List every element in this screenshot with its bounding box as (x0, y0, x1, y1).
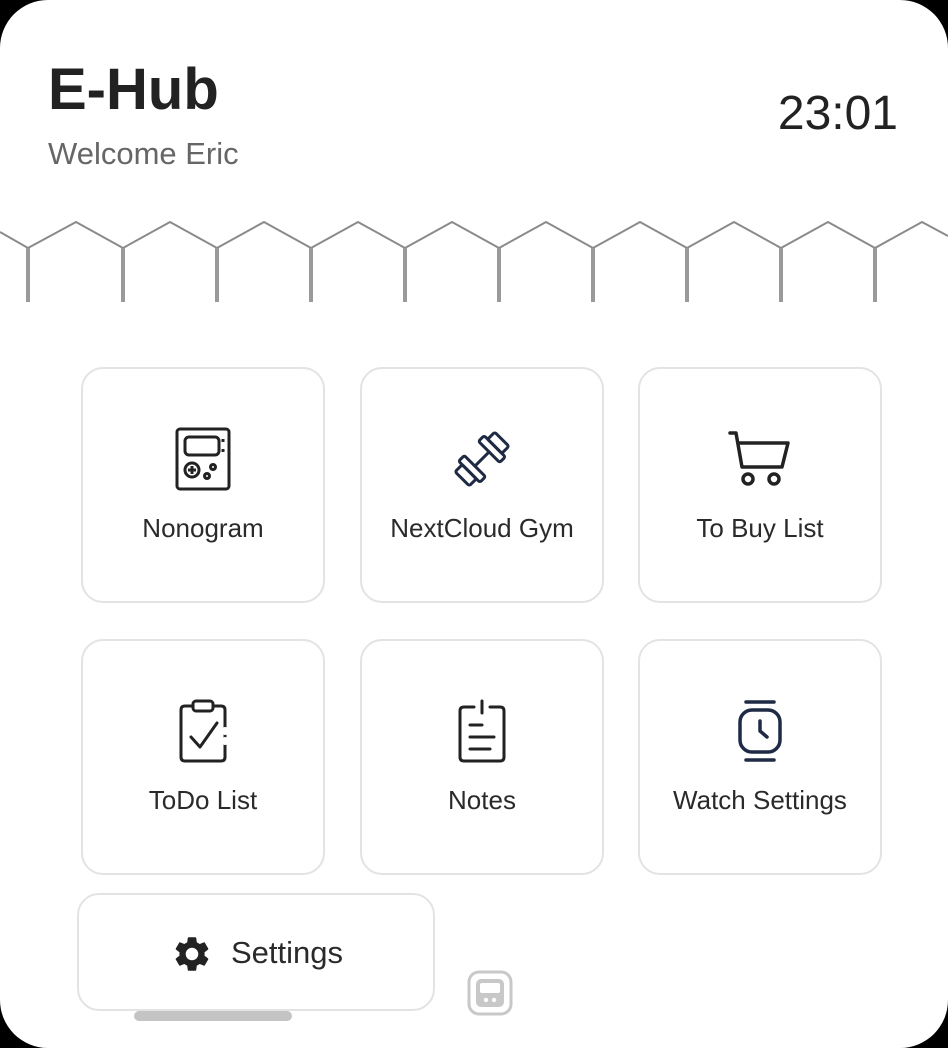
app-title: E-Hub (48, 57, 219, 122)
clipboard-check-icon (179, 699, 227, 763)
app-tile-watch-settings[interactable]: Watch Settings (638, 639, 882, 875)
screen: E-Hub Welcome Eric 23:01 Nonogram NextCl… (0, 0, 948, 1048)
clock: 23:01 (777, 87, 898, 140)
app-tile-label: Nonogram (142, 513, 264, 543)
shopping-cart-icon (728, 431, 790, 486)
app-tile-todo-list[interactable]: ToDo List (81, 639, 325, 875)
app-tile-nextcloud-gym[interactable]: NextCloud Gym (360, 367, 604, 603)
notes-icon (458, 699, 506, 763)
handheld-game-icon (175, 427, 231, 491)
settings-button[interactable]: Settings (77, 893, 435, 1011)
app-tile-to-buy-list[interactable]: To Buy List (638, 367, 882, 603)
app-tile-label: To Buy List (696, 513, 824, 543)
app-tile-label: Watch Settings (673, 785, 847, 815)
app-tile-notes[interactable]: Notes (360, 639, 604, 875)
scrollbar[interactable] (134, 1011, 292, 1021)
app-tile-label: ToDo List (148, 785, 258, 815)
settings-label: Settings (231, 935, 344, 970)
app-tile-label: Notes (448, 785, 516, 815)
fence-decoration (0, 220, 948, 302)
app-tile-nonogram[interactable]: Nonogram (81, 367, 325, 603)
floating-device-icon[interactable] (467, 970, 513, 1016)
gear-icon (175, 937, 209, 971)
watch-icon (738, 700, 782, 762)
welcome-text: Welcome Eric (48, 136, 239, 171)
dumbbell-icon (454, 431, 510, 487)
app-tile-label: NextCloud Gym (390, 513, 574, 543)
